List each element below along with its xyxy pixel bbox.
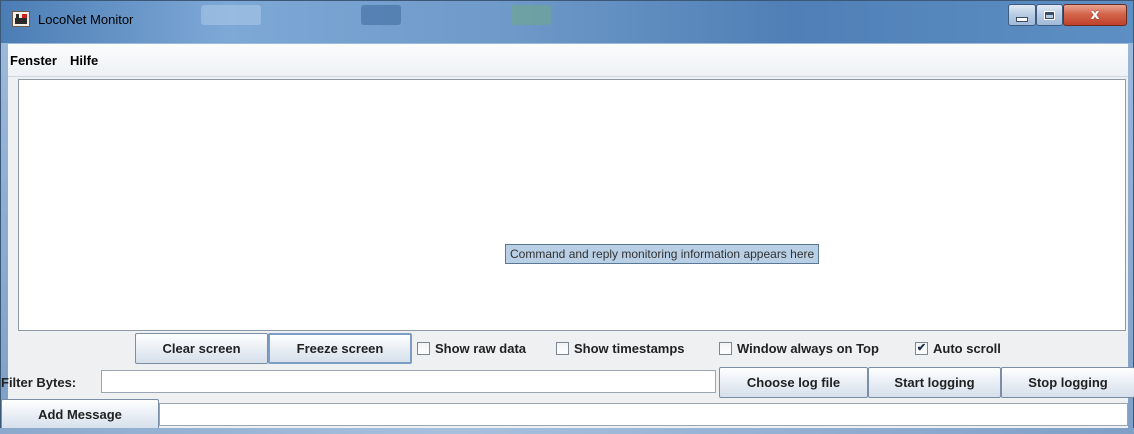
locomotive-icon[interactable] — [12, 11, 30, 27]
monitor-tooltip: Command and reply monitoring information… — [505, 244, 820, 264]
close-button[interactable]: x — [1063, 4, 1127, 26]
choose-log-file-button[interactable]: Choose log file — [719, 367, 868, 398]
title-decoration — [361, 5, 401, 25]
checkbox-box[interactable] — [417, 342, 430, 355]
add-message-button[interactable]: Add Message — [1, 399, 159, 430]
show-timestamps-label: Show timestamps — [574, 341, 685, 356]
menu-bar: Fenster Hilfe — [8, 44, 1128, 77]
message-input[interactable] — [159, 403, 1128, 426]
filter-bytes-input[interactable] — [101, 370, 716, 393]
auto-scroll-label: Auto scroll — [933, 341, 1001, 356]
stop-logging-button[interactable]: Stop logging — [1001, 367, 1134, 398]
filter-bytes-label: Filter Bytes: — [1, 375, 77, 390]
menu-fenster[interactable]: Fenster — [10, 53, 57, 68]
freeze-screen-button[interactable]: Freeze screen — [268, 333, 412, 364]
maximize-icon — [1044, 10, 1055, 20]
window-title: LocoNet Monitor — [38, 12, 134, 27]
show-raw-data-label: Show raw data — [435, 341, 527, 356]
window-bottom-edge — [0, 428, 1134, 434]
show-raw-data-checkbox[interactable]: Show raw data — [417, 341, 526, 356]
maximize-button[interactable] — [1036, 4, 1063, 26]
checkmark-icon[interactable]: ✔ — [915, 342, 928, 355]
title-decoration — [201, 5, 261, 25]
close-icon: x — [1090, 7, 1100, 23]
minimize-button[interactable] — [1008, 4, 1036, 26]
checkbox-box[interactable] — [556, 342, 569, 355]
window-always-on-top-checkbox[interactable]: Window always on Top — [719, 341, 879, 356]
menu-hilfe[interactable]: Hilfe — [70, 53, 98, 68]
window-always-on-top-label: Window always on Top — [737, 341, 879, 356]
show-timestamps-checkbox[interactable]: Show timestamps — [556, 341, 685, 356]
clear-screen-button[interactable]: Clear screen — [135, 333, 268, 364]
content-panel: Command and reply monitoring information… — [1, 77, 1134, 430]
start-logging-button[interactable]: Start logging — [868, 367, 1001, 398]
checkbox-box[interactable] — [719, 342, 732, 355]
minimize-icon — [1016, 16, 1028, 22]
title-bar[interactable]: LocoNet Monitor x — [1, 1, 1133, 43]
loconet-monitor-window: LocoNet Monitor x Fenster Hilfe Command … — [0, 0, 1134, 434]
title-decoration — [511, 5, 551, 25]
monitor-text-area[interactable]: Command and reply monitoring information… — [18, 79, 1126, 331]
auto-scroll-checkbox[interactable]: ✔ Auto scroll — [915, 341, 1001, 356]
